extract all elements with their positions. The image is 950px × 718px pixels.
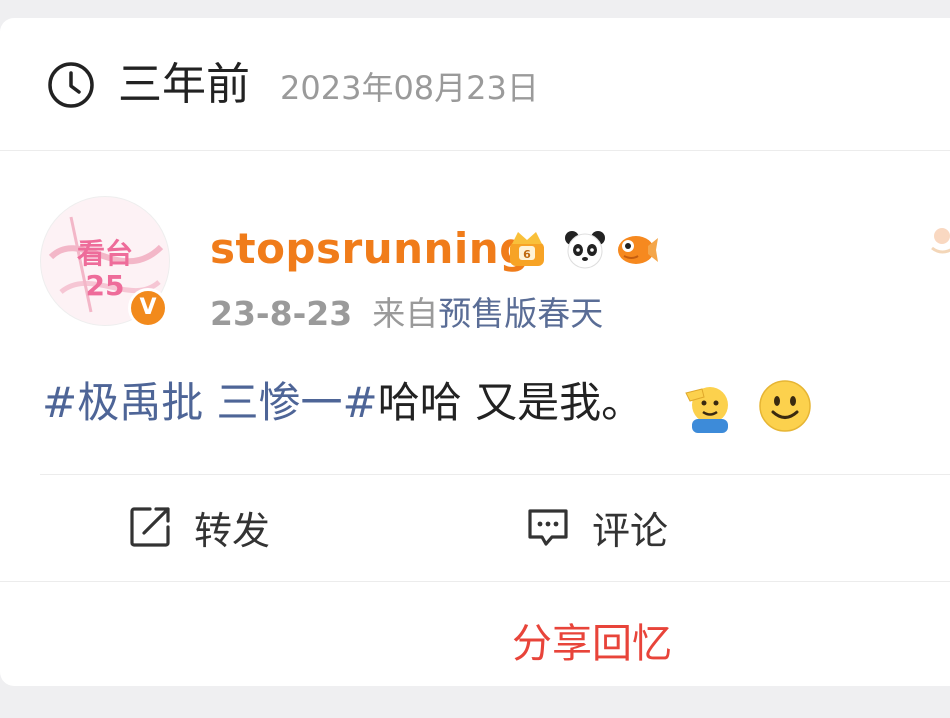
source-app-link[interactable]: 预售版春天 (438, 294, 603, 333)
post-body: 哈哈 又是我。 (377, 378, 644, 427)
time-ago-label: 三年前 (118, 59, 250, 110)
comment-label: 评论 (592, 508, 669, 553)
share-memory-label: 分享回忆 (512, 621, 672, 667)
memory-date: 2023年08月23日 (280, 69, 539, 107)
post-meta: 23-8-23 来自预售版春天 (210, 292, 603, 336)
goldfish-badge-icon[interactable] (612, 226, 658, 272)
hashtag-link[interactable]: #极禹批 三惨一# (42, 378, 378, 427)
memory-header: 三年前 2023年08月23日 (0, 18, 950, 151)
verified-badge: V (128, 288, 168, 328)
avatar-text-main: 看台 (77, 237, 133, 270)
repost-label: 转发 (194, 508, 271, 553)
clock-icon (48, 62, 94, 108)
divider (0, 581, 950, 582)
memory-card: 三年前 2023年08月23日 看台 25 V stopsrunning 6 2… (0, 18, 950, 686)
repost-icon (130, 507, 170, 547)
salute-emoji-icon (685, 386, 729, 433)
post-date: 23-8-23 (210, 294, 353, 333)
panda-badge-icon[interactable] (562, 226, 608, 272)
repost-button[interactable]: 转发 (128, 500, 270, 554)
comment-icon (528, 509, 568, 546)
avatar-text-num: 25 (86, 269, 125, 302)
username[interactable]: stopsrunning (210, 222, 530, 276)
crown-badge-icon[interactable]: 6 (504, 226, 550, 272)
smile-emoji-icon (759, 379, 811, 432)
post-text: #极禹批 三惨一#哈哈 又是我。 (42, 374, 812, 433)
comment-button[interactable]: 评论 (526, 500, 668, 554)
svg-text:6: 6 (523, 248, 531, 261)
share-memory-button[interactable]: 分享回忆 (0, 604, 950, 684)
source-prefix: 来自 (372, 294, 439, 333)
divider (40, 474, 950, 475)
decoration-icon (931, 228, 950, 254)
